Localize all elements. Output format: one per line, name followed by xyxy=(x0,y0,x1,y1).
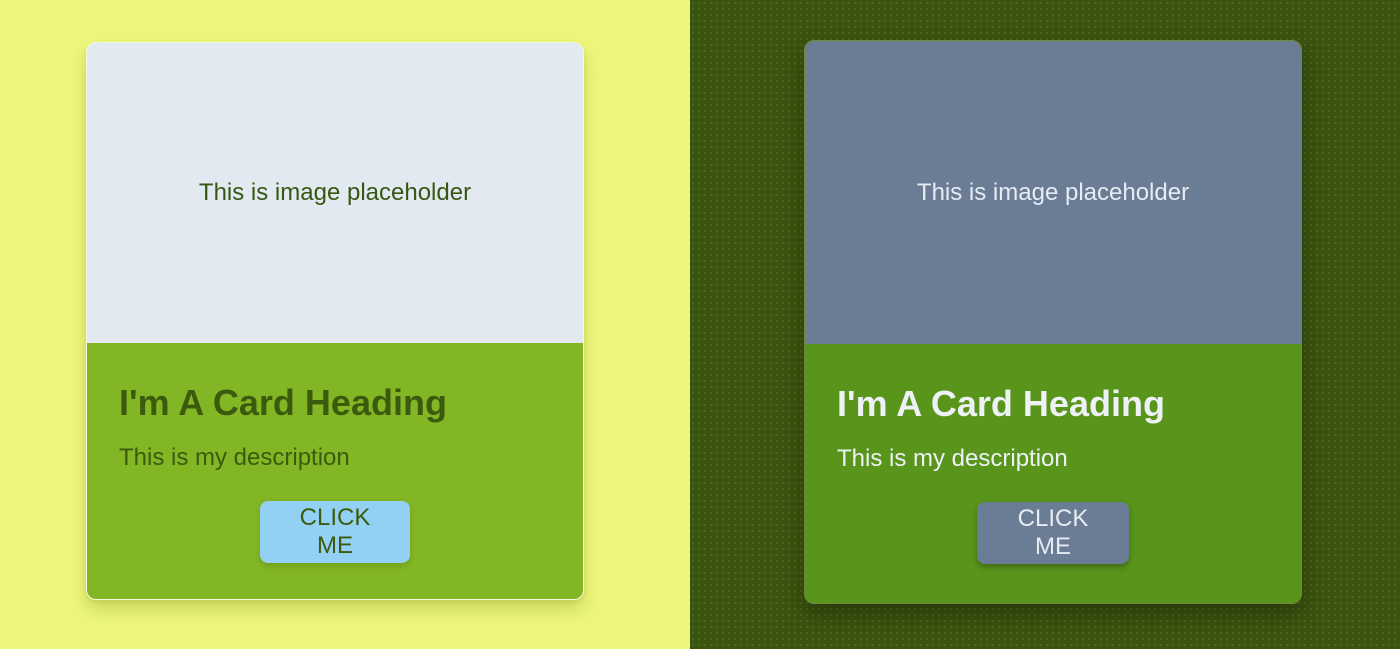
light-card-heading: I'm A Card Heading xyxy=(119,382,447,423)
dark-card-body: I'm A Card Heading This is my descriptio… xyxy=(805,344,1301,603)
light-card: This is image placeholder I'm A Card Hea… xyxy=(86,42,584,600)
light-card-description: This is my description xyxy=(119,444,350,471)
light-card-click-me-button[interactable]: CLICK ME xyxy=(260,501,410,563)
light-card-image-placeholder-text: This is image placeholder xyxy=(198,179,472,206)
dark-card-actions: CLICK ME xyxy=(837,502,1269,564)
dark-card-heading: I'm A Card Heading xyxy=(837,383,1165,424)
dark-card-image-placeholder-text: This is image placeholder xyxy=(916,178,1190,206)
dark-card-click-me-button[interactable]: CLICK ME xyxy=(977,502,1129,564)
theme-comparison-stage: This is image placeholder I'm A Card Hea… xyxy=(0,0,1400,649)
light-card-body: I'm A Card Heading This is my descriptio… xyxy=(87,343,583,599)
light-theme-panel: This is image placeholder I'm A Card Hea… xyxy=(0,0,690,649)
dark-theme-panel: This is image placeholder I'm A Card Hea… xyxy=(690,0,1400,649)
dark-card: This is image placeholder I'm A Card Hea… xyxy=(804,40,1302,604)
light-card-actions: CLICK ME xyxy=(119,501,551,563)
light-card-image-placeholder: This is image placeholder xyxy=(87,43,583,343)
dark-card-description: This is my description xyxy=(837,445,1068,472)
dark-card-image-placeholder: This is image placeholder xyxy=(805,41,1301,344)
